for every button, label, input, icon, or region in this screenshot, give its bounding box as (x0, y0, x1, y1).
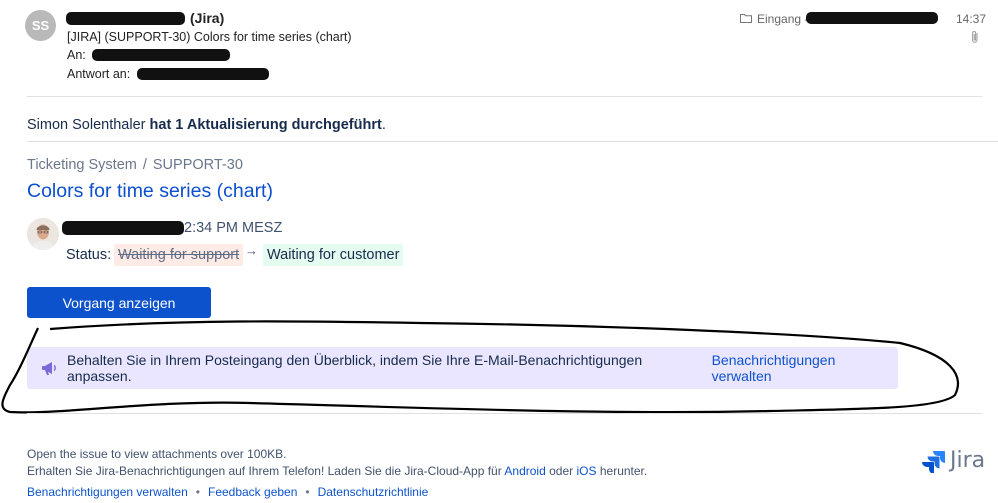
update-time: 2:34 PM MESZ (184, 220, 283, 236)
app-promo-suffix: herunter. (599, 464, 648, 478)
redacted-to-address (92, 49, 230, 61)
redacted-reply-to-address (137, 68, 269, 80)
summary-divider (27, 141, 998, 142)
attachment-note: Open the issue to view attachments over … (27, 447, 287, 461)
app-promo-text: Erhalten Sie Jira-Benachrichtigungen auf… (27, 464, 502, 478)
jira-logo: Jira (922, 448, 985, 473)
jira-icon (922, 450, 945, 473)
footer-dot: • (195, 485, 200, 499)
jira-logo-text: Jira (950, 448, 986, 473)
issue-title-link[interactable]: Colors for time series (chart) (27, 180, 273, 203)
old-status-lozenge: Waiting for support (114, 244, 244, 266)
view-issue-button[interactable]: Vorgang anzeigen (27, 287, 211, 318)
footer-links: Benachrichtigungen verwalten • Feedback … (27, 485, 428, 499)
footer-manage-link[interactable]: Benachrichtigungen verwalten (27, 485, 188, 499)
header-divider (27, 96, 982, 97)
breadcrumb-project[interactable]: Ticketing System (27, 157, 137, 173)
breadcrumb-separator: / (142, 157, 147, 173)
folder-label: Eingang - (757, 12, 809, 26)
email-subject: [JIRA] (SUPPORT-30) Colors for time seri… (67, 30, 352, 44)
folder-icon (740, 12, 752, 26)
megaphone-icon (41, 360, 59, 376)
update-summary: Simon Solenthaler hat 1 Aktualisierung d… (27, 117, 386, 133)
user-avatar (27, 218, 59, 250)
notification-banner: Behalten Sie in Ihrem Posteingang den Üb… (27, 347, 898, 389)
footer-feedback-link[interactable]: Feedback geben (208, 485, 297, 499)
redacted-folder-name (806, 12, 938, 24)
breadcrumb-issue[interactable]: SUPPORT-30 (153, 157, 243, 173)
to-label: An: (67, 48, 86, 62)
received-time: 14:37 (956, 12, 987, 26)
manage-notifications-link[interactable]: Benachrichtigungen verwalten (712, 352, 898, 384)
arrow-right-icon: → (245, 243, 258, 258)
ios-link[interactable]: iOS (577, 464, 597, 478)
android-link[interactable]: Android (504, 464, 545, 478)
update-action: hat 1 Aktualisierung durchgeführt (149, 117, 382, 133)
new-status-lozenge: Waiting for customer (263, 244, 404, 266)
status-label: Status: (66, 247, 112, 263)
breadcrumb: Ticketing System / SUPPORT-30 (27, 157, 243, 173)
update-period: . (381, 117, 386, 133)
banner-text: Behalten Sie in Ihrem Posteingang den Üb… (67, 352, 643, 384)
reply-to-label: Antwort an: (67, 67, 131, 81)
redacted-user-and-date (62, 221, 184, 235)
sender-suffix: (Jira) (190, 10, 225, 26)
paperclip-icon[interactable] (970, 30, 980, 47)
update-user: Simon Solenthaler (27, 117, 146, 133)
sender-avatar: SS (25, 10, 56, 41)
redacted-sender-name (66, 12, 185, 25)
app-promo: Erhalten Sie Jira-Benachrichtigungen auf… (27, 464, 647, 478)
folder-indicator[interactable]: Eingang - (740, 12, 808, 26)
footer-divider (27, 413, 982, 414)
footer-dot: • (305, 485, 310, 499)
or-text: oder (549, 464, 574, 478)
footer-privacy-link[interactable]: Datenschutzrichtlinie (318, 485, 429, 499)
